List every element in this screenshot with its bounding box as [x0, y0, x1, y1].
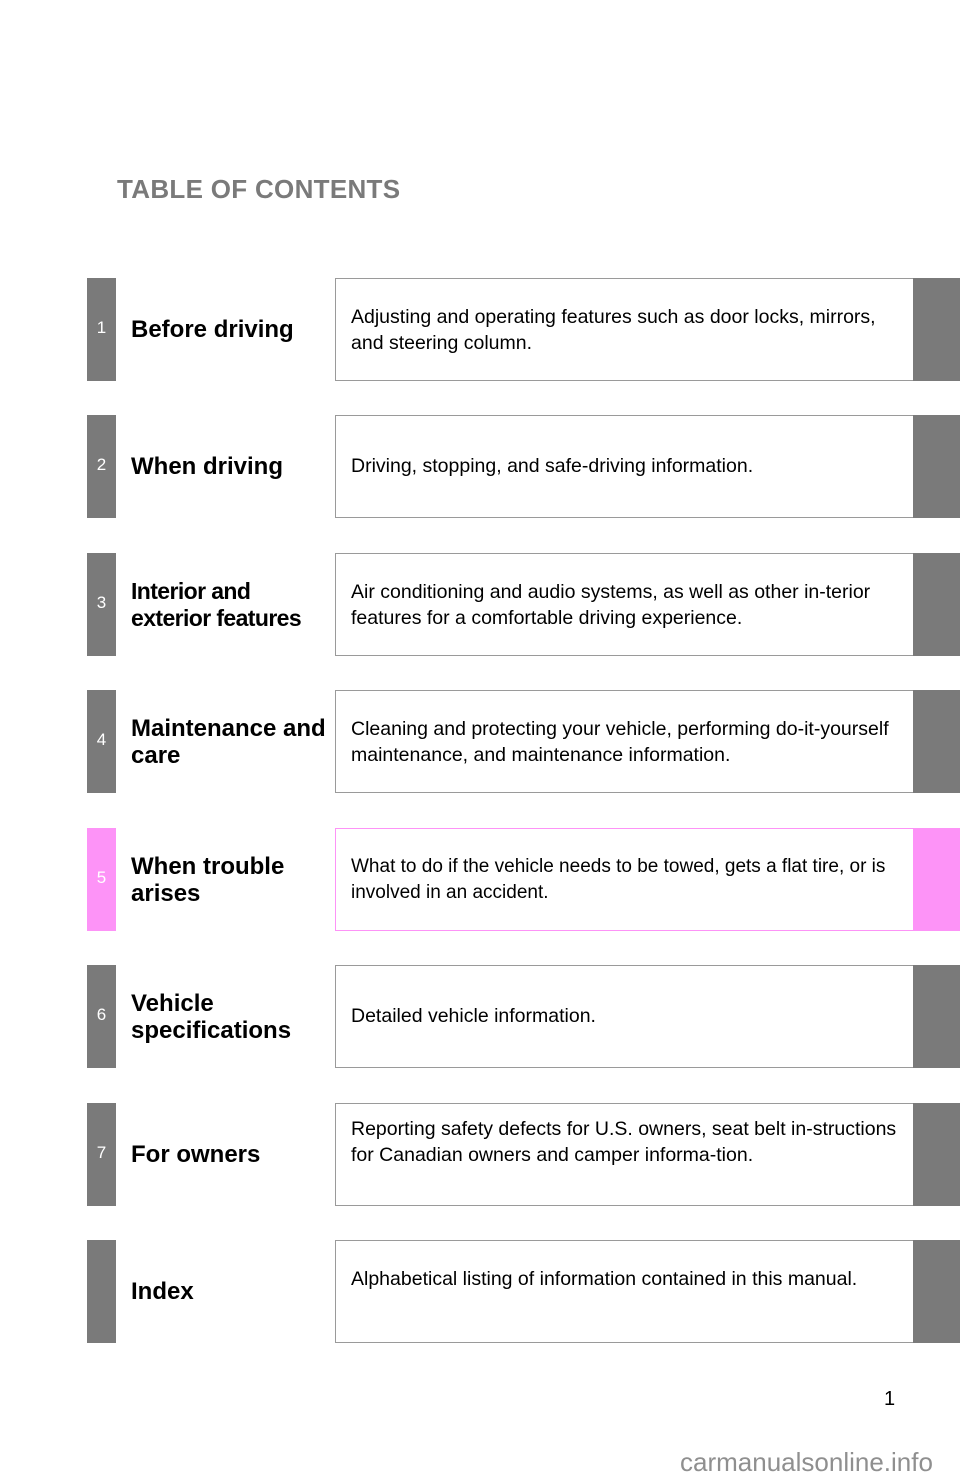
- section-number: 5: [96, 868, 107, 887]
- thumb-tab[interactable]: [913, 278, 960, 381]
- toc-row-maintenance[interactable]: 4 Maintenance and care Cleaning and prot…: [0, 690, 960, 793]
- toc-row-before-driving[interactable]: 1 Before driving Adjusting and operating…: [0, 278, 960, 381]
- thumb-tab[interactable]: [913, 1240, 960, 1343]
- page-number: 1: [884, 1388, 896, 1410]
- section-tab[interactable]: 4: [87, 690, 116, 793]
- toc-row-for-owners[interactable]: 7 For owners Reporting safety defects fo…: [0, 1103, 960, 1206]
- section-description: Alphabetical listing of information cont…: [351, 1268, 858, 1290]
- thumb-tab[interactable]: [913, 965, 960, 1068]
- section-description-box: Air conditioning and audio systems, as w…: [335, 553, 914, 656]
- section-description-box: Detailed vehicle information.: [335, 965, 914, 1068]
- section-tab[interactable]: 7: [87, 1103, 116, 1206]
- section-description: Cleaning and protecting your vehicle, pe…: [351, 718, 889, 766]
- watermark: carmanualsonline.info: [680, 1447, 933, 1477]
- section-tab[interactable]: 1: [87, 278, 116, 381]
- section-description-box: What to do if the vehicle needs to be to…: [335, 828, 914, 931]
- page-title: TABLE OF CONTENTS: [117, 174, 401, 204]
- section-description-box: Cleaning and protecting your vehicle, pe…: [335, 690, 914, 793]
- section-tab[interactable]: [87, 1240, 116, 1343]
- section-number: 2: [96, 455, 107, 474]
- section-tab[interactable]: 6: [87, 965, 116, 1068]
- thumb-tab[interactable]: [913, 553, 960, 656]
- section-number: 6: [96, 1005, 107, 1024]
- thumb-tab[interactable]: [913, 690, 960, 793]
- section-description: What to do if the vehicle needs to be to…: [351, 856, 886, 903]
- toc-row-interior-exterior[interactable]: 3 Interior and exterior features Air con…: [0, 553, 960, 656]
- section-title[interactable]: Interior and exterior features: [131, 553, 331, 656]
- section-description-box: Alphabetical listing of information cont…: [335, 1240, 914, 1343]
- section-title[interactable]: For owners: [131, 1103, 331, 1206]
- section-description-box: Reporting safety defects for U.S. owners…: [335, 1103, 914, 1206]
- toc-row-when-driving[interactable]: 2 When driving Driving, stopping, and sa…: [0, 415, 960, 518]
- section-title[interactable]: When trouble arises: [131, 828, 331, 931]
- section-description: Reporting safety defects for U.S. owners…: [351, 1118, 897, 1166]
- section-number: 4: [96, 730, 107, 749]
- thumb-tab[interactable]: [913, 828, 960, 931]
- section-title[interactable]: Vehicle specifications: [131, 965, 331, 1068]
- section-tab[interactable]: 2: [87, 415, 116, 518]
- section-description: Detailed vehicle information.: [351, 1005, 596, 1027]
- toc-row-index[interactable]: Index Alphabetical listing of informatio…: [0, 1240, 960, 1343]
- section-tab[interactable]: 3: [87, 553, 116, 656]
- section-description-box: Adjusting and operating features such as…: [335, 278, 914, 381]
- section-description: Driving, stopping, and safe-driving info…: [351, 455, 754, 477]
- section-description: Adjusting and operating features such as…: [351, 306, 876, 354]
- toc-row-vehicle-specifications[interactable]: 6 Vehicle specifications Detailed vehicl…: [0, 965, 960, 1068]
- section-title[interactable]: Maintenance and care: [131, 690, 331, 793]
- section-description: Air conditioning and audio systems, as w…: [351, 581, 871, 629]
- thumb-tab[interactable]: [913, 415, 960, 518]
- section-tab[interactable]: 5: [87, 828, 116, 931]
- section-number: 3: [96, 593, 107, 612]
- section-title[interactable]: Index: [131, 1240, 331, 1343]
- section-title[interactable]: Before driving: [131, 278, 331, 381]
- section-number: 7: [96, 1143, 107, 1162]
- section-number: 1: [96, 318, 107, 337]
- thumb-tab[interactable]: [913, 1103, 960, 1206]
- toc-row-when-trouble-arises[interactable]: 5 When trouble arises What to do if the …: [0, 828, 960, 931]
- section-title[interactable]: When driving: [131, 415, 331, 518]
- section-description-box: Driving, stopping, and safe-driving info…: [335, 415, 914, 518]
